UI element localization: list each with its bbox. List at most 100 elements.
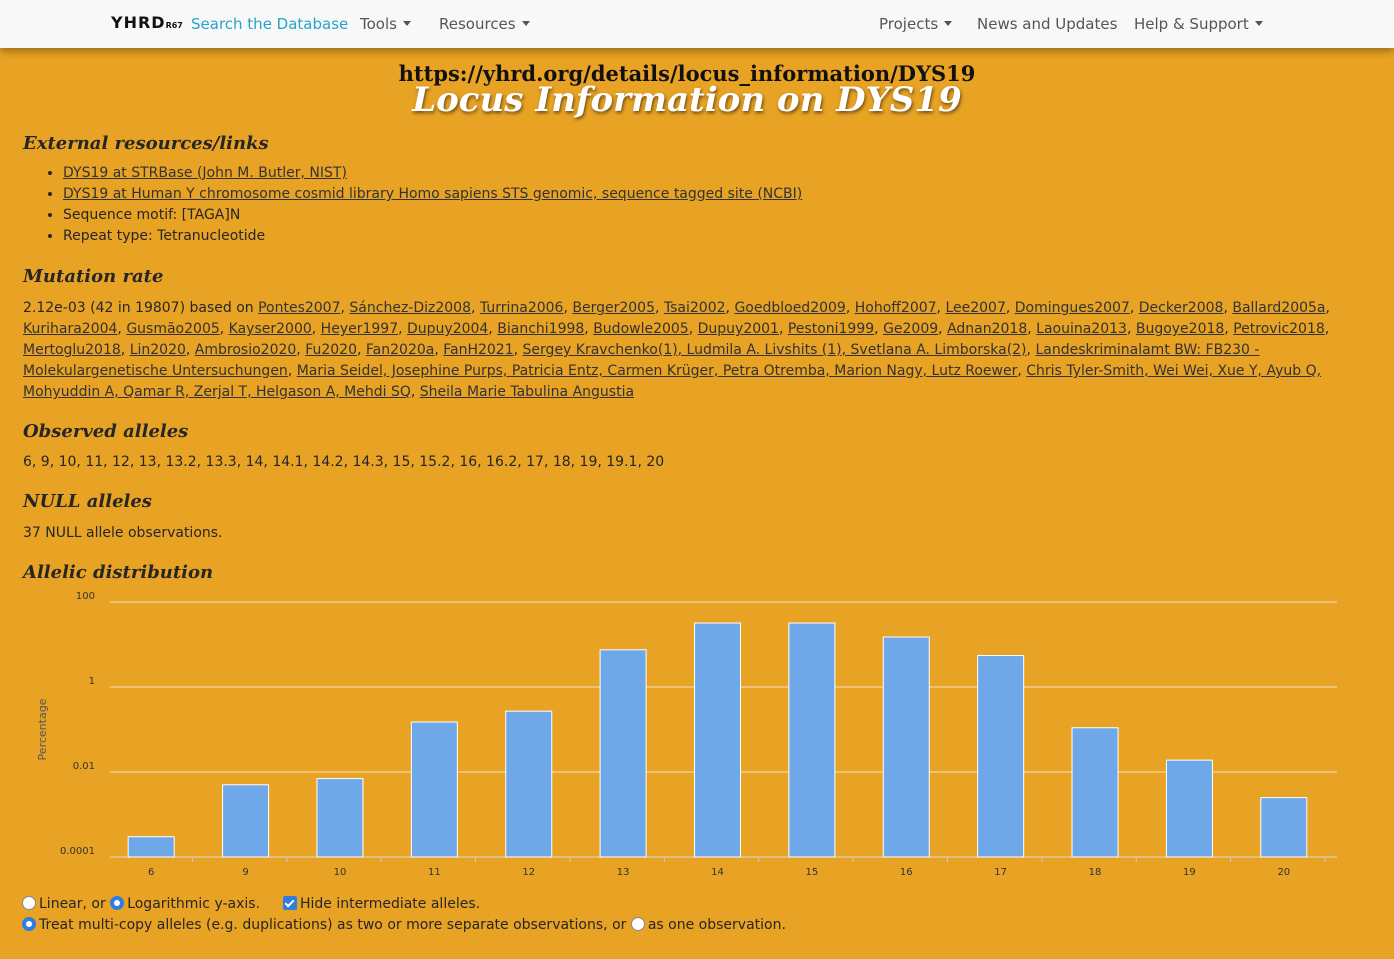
mutation-ref-link[interactable]: Decker2008 bbox=[1139, 300, 1224, 316]
bar-allele-20 bbox=[1260, 797, 1308, 858]
distribution-heading: Allelic distribution bbox=[23, 562, 214, 583]
caret-down-icon bbox=[521, 21, 530, 26]
mutation-ref-link[interactable]: Laouina2013 bbox=[1036, 321, 1127, 337]
linear-label[interactable]: Linear, or bbox=[39, 896, 106, 912]
mutation-ref-link[interactable]: Tsai2002 bbox=[664, 300, 726, 316]
log-radio[interactable] bbox=[110, 896, 125, 910]
x-tick-label: 10 bbox=[334, 867, 347, 878]
mutation-rate-value: 2.12e-03 (42 in 19807) based on bbox=[23, 300, 254, 316]
nav-tools-label: Tools bbox=[360, 15, 397, 33]
nav-tools-dropdown[interactable]: Tools bbox=[360, 15, 411, 33]
mutation-ref-link[interactable]: Petrovic2018 bbox=[1233, 321, 1325, 337]
multi-one-radio[interactable] bbox=[630, 917, 645, 931]
null-heading: NULL alleles bbox=[23, 491, 152, 512]
nav-help-dropdown[interactable]: Help & Support bbox=[1134, 15, 1263, 33]
page-title: Locus Information on DYS19 bbox=[412, 80, 962, 120]
mutation-ref-link[interactable]: Gusmão2005 bbox=[126, 321, 219, 337]
nav-projects-dropdown[interactable]: Projects bbox=[879, 15, 953, 33]
mutation-ref-link[interactable]: Ballard2005a bbox=[1232, 300, 1325, 316]
mutation-ref-link[interactable]: Dupuy2004 bbox=[407, 321, 488, 337]
mutation-ref-link[interactable]: Bugoye2018 bbox=[1136, 321, 1224, 337]
multi-separate-radio[interactable] bbox=[22, 917, 36, 931]
y-tick-label: 0.0001 bbox=[60, 846, 95, 857]
mutation-ref-link[interactable]: Lee2007 bbox=[945, 300, 1005, 316]
mutation-ref-link[interactable]: Heyer1997 bbox=[321, 321, 398, 337]
sequence-motif: Sequence motif: [TAGA]N bbox=[63, 205, 802, 226]
strbase-link[interactable]: DYS19 at STRBase (John M. Butler, NIST) bbox=[63, 165, 347, 181]
bar-allele-15 bbox=[788, 622, 836, 858]
mutation-ref-link[interactable]: Fu2020 bbox=[305, 342, 357, 358]
external-links-list: DYS19 at STRBase (John M. Butler, NIST) … bbox=[23, 163, 802, 247]
ncbi-link[interactable]: DYS19 at Human Y chromosome cosmid libra… bbox=[63, 186, 802, 202]
bar-allele-14 bbox=[694, 622, 741, 858]
bar-allele-16 bbox=[882, 636, 930, 858]
mutation-ref-link[interactable]: Berger2005 bbox=[572, 300, 655, 316]
x-tick-label: 20 bbox=[1277, 867, 1290, 878]
nav-resources-dropdown[interactable]: Resources bbox=[439, 15, 530, 33]
hide-intermediate-checkbox[interactable] bbox=[282, 896, 297, 910]
mutation-heading: Mutation rate bbox=[23, 266, 164, 287]
list-item: DYS19 at STRBase (John M. Butler, NIST) bbox=[63, 163, 802, 184]
y-axis-label: Percentage bbox=[36, 698, 49, 760]
mutation-ref-link[interactable]: Hohoff2007 bbox=[855, 300, 937, 316]
axis-controls: Linear, or Logarithmic y-axis. Hide inte… bbox=[22, 896, 480, 912]
mutation-ref-link[interactable]: Sergey Kravchenko(1), Ludmila A. Livshit… bbox=[523, 342, 1027, 358]
mutation-ref-link[interactable]: Turrina2006 bbox=[480, 300, 564, 316]
y-tick-label: 100 bbox=[76, 591, 95, 602]
x-tick-label: 16 bbox=[900, 867, 913, 878]
bar-allele-10 bbox=[316, 778, 364, 858]
x-tick-label: 15 bbox=[806, 867, 819, 878]
mutation-ref-link[interactable]: Kayser2000 bbox=[229, 321, 312, 337]
bar-allele-9 bbox=[222, 784, 270, 858]
mutation-ref-link[interactable]: Maria Seidel, Josephine Purps, Patricia … bbox=[297, 363, 1018, 379]
mutation-ref-link[interactable]: Goedbloed2009 bbox=[734, 300, 845, 316]
bar-allele-12 bbox=[505, 710, 553, 858]
x-tick-label: 9 bbox=[242, 867, 248, 878]
mutation-ref-link[interactable]: Adnan2018 bbox=[947, 321, 1027, 337]
multi-separate-label[interactable]: Treat multi-copy alleles (e.g. duplicati… bbox=[39, 917, 626, 933]
mutation-ref-link[interactable]: Kurihara2004 bbox=[23, 321, 117, 337]
observed-heading: Observed alleles bbox=[23, 421, 189, 442]
mutation-ref-link[interactable]: Pontes2007 bbox=[258, 300, 340, 316]
bar-allele-6 bbox=[127, 836, 175, 858]
mutation-ref-link[interactable]: Sheila Marie Tabulina Angustia bbox=[420, 384, 634, 400]
mutation-ref-link[interactable]: Mertoglu2018 bbox=[23, 342, 121, 358]
linear-radio[interactable] bbox=[22, 896, 36, 910]
null-alleles-text: 37 NULL allele observations. bbox=[23, 525, 223, 541]
bar-allele-19 bbox=[1165, 759, 1213, 858]
mutation-ref-link[interactable]: Budowle2005 bbox=[593, 321, 689, 337]
allelic-distribution-chart: 100 1 0.01 0.0001 Percentage 6 9 10 11 12 13 14 15 16… bbox=[0, 590, 1394, 890]
mutation-ref-link[interactable]: Ge2009 bbox=[883, 321, 938, 337]
y-tick-label: 1 bbox=[89, 676, 95, 687]
mutation-rate-text: 2.12e-03 (42 in 19807) based on Pontes20… bbox=[23, 300, 1330, 400]
brand-name: YHRD bbox=[111, 13, 166, 32]
mutation-ref-link[interactable]: Pestoni1999 bbox=[788, 321, 874, 337]
mutation-ref-link[interactable]: Ambrosio2020 bbox=[195, 342, 297, 358]
nav-news-updates[interactable]: News and Updates bbox=[977, 15, 1117, 33]
nav-search-database[interactable]: Search the Database bbox=[191, 15, 348, 33]
bar-allele-17 bbox=[977, 655, 1025, 858]
log-label[interactable]: Logarithmic y-axis. bbox=[127, 896, 260, 912]
mutation-ref-link[interactable]: Domingues2007 bbox=[1015, 300, 1130, 316]
x-tick-label: 13 bbox=[617, 867, 630, 878]
top-navbar: YHRDR67 Search the Database Tools Resour… bbox=[0, 0, 1394, 48]
mutation-ref-link[interactable]: Fan2020a bbox=[366, 342, 434, 358]
brand-logo[interactable]: YHRDR67 bbox=[111, 13, 183, 32]
multicopy-controls: Treat multi-copy alleles (e.g. duplicati… bbox=[22, 917, 786, 933]
chart-svg: 100 1 0.01 0.0001 Percentage 6 9 10 11 12 13 14 15 16… bbox=[36, 591, 1337, 878]
brand-release: R67 bbox=[165, 21, 183, 30]
mutation-ref-link[interactable]: Sánchez-Diz2008 bbox=[349, 300, 471, 316]
multi-one-label[interactable]: as one observation. bbox=[648, 917, 786, 933]
x-tick-label: 6 bbox=[148, 867, 154, 878]
caret-down-icon bbox=[1254, 21, 1263, 26]
hide-intermediate-label[interactable]: Hide intermediate alleles. bbox=[300, 896, 480, 912]
nav-resources-label: Resources bbox=[439, 15, 516, 33]
mutation-ref-link[interactable]: Dupuy2001 bbox=[698, 321, 779, 337]
mutation-ref-link[interactable]: FanH2021 bbox=[443, 342, 513, 358]
mutation-ref-link[interactable]: Bianchi1998 bbox=[497, 321, 584, 337]
x-tick-label: 19 bbox=[1183, 867, 1196, 878]
x-tick-label: 18 bbox=[1089, 867, 1102, 878]
mutation-ref-link[interactable]: Lin2020 bbox=[130, 342, 186, 358]
nav-projects-label: Projects bbox=[879, 15, 939, 33]
bar-allele-11 bbox=[410, 721, 458, 858]
